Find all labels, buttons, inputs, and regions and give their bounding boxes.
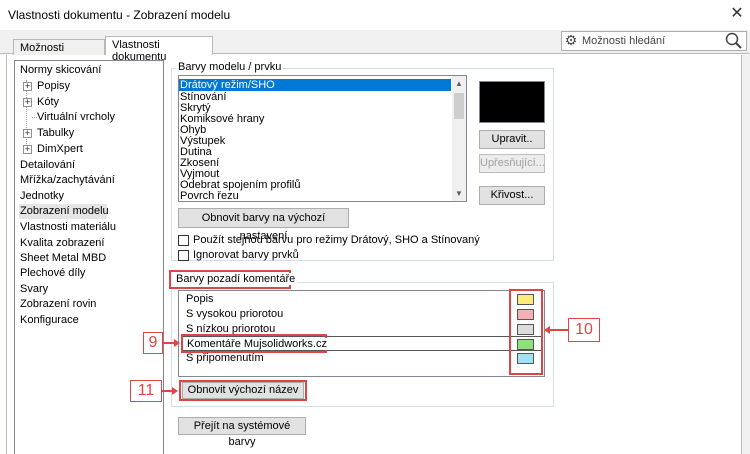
tree-item-units[interactable]: Jednotky — [20, 189, 64, 204]
same-color-label: Použít stejnou barvu pro režimy Drátový,… — [193, 234, 480, 246]
list-item[interactable]: Drátový režim/SHO — [179, 79, 451, 91]
tree-item-material-properties[interactable]: Vlastnosti materiálu — [20, 220, 116, 235]
expand-icon[interactable]: + — [23, 82, 32, 91]
search-placeholder: Možnosti hledání — [582, 35, 666, 47]
arrow-left-icon — [544, 326, 550, 334]
current-color-swatch — [479, 81, 545, 123]
advanced-button[interactable]: Upřesňující... — [479, 154, 545, 173]
callout-10-highlight — [509, 289, 543, 375]
tree-item-dimxpert[interactable]: DimXpert — [37, 142, 83, 157]
tree-item-model-display[interactable]: Zobrazení modelu — [19, 204, 109, 219]
tree-item-configurations[interactable]: Konfigurace — [20, 313, 79, 328]
edit-color-button[interactable]: Upravit.. — [479, 130, 545, 149]
annotation-row[interactable]: Popis — [181, 292, 543, 307]
tree-item-annotations[interactable]: Popisy — [37, 79, 70, 94]
tree-item-weldments[interactable]: Svary — [20, 282, 48, 297]
expand-icon[interactable]: + — [23, 145, 32, 154]
callout-9: 9 — [143, 332, 163, 354]
tree-item-tables[interactable]: Tabulky — [37, 126, 74, 141]
tree-item-virtual-sharps[interactable]: Virtuální vrcholy — [37, 110, 115, 125]
curvature-button[interactable]: Křivost... — [479, 186, 545, 205]
scroll-up-icon[interactable]: ▲ — [452, 77, 466, 91]
right-edge — [741, 55, 750, 454]
window-title: Vlastnosti dokumentu - Zobrazení modelu — [8, 8, 231, 22]
tree-item-grid-snap[interactable]: Mřížka/zachytávání — [20, 173, 115, 188]
annotation-colors-label: Barvy pozadí komentáře — [174, 273, 298, 285]
scroll-thumb[interactable] — [454, 93, 464, 119]
tree-item-detailing[interactable]: Detailování — [20, 158, 75, 173]
arrow-right-icon — [172, 387, 178, 395]
tree-item-sheet-metal-mbd[interactable]: Sheet Metal MBD — [20, 251, 106, 266]
search-icon[interactable] — [724, 31, 744, 51]
list-item[interactable]: Povrch řezu — [180, 190, 239, 202]
reset-colors-button[interactable]: Obnovit barvy na výchozí nastavení — [178, 208, 349, 242]
same-color-checkbox[interactable] — [178, 235, 189, 246]
annotation-row[interactable]: S připomenutím — [181, 351, 543, 366]
tree-item-plane-display[interactable]: Zobrazení rovin — [20, 297, 96, 312]
callout-11: 11 — [130, 380, 162, 402]
ignore-colors-checkbox[interactable] — [178, 250, 189, 261]
callout-10-arrow-line — [549, 329, 568, 331]
annotation-row-label[interactable]: Komentáře Mujsolidworks.cz — [187, 338, 327, 350]
tab-system-options[interactable]: Možnosti systému — [13, 39, 105, 66]
tree-item-sketch-standards[interactable]: Normy skicování — [20, 63, 101, 78]
ignore-colors-label: Ignorovat barvy prvků — [193, 249, 299, 261]
expand-icon[interactable]: + — [23, 98, 32, 107]
gear-icon: ⚙ — [564, 32, 578, 48]
system-colors-button[interactable]: Přejít na systémové barvy — [178, 417, 306, 448]
close-icon[interactable]: ✕ — [727, 3, 747, 25]
scroll-down-icon[interactable]: ▼ — [452, 187, 466, 201]
tree-item-sheet-metal[interactable]: Plechové díly — [20, 266, 85, 281]
callout-10: 10 — [568, 318, 600, 342]
tree-item-image-quality[interactable]: Kvalita zobrazení — [20, 236, 104, 251]
model-colors-label: Barvy modelu / prvku — [176, 61, 284, 73]
expand-icon[interactable]: + — [23, 129, 32, 138]
arrow-right-icon — [174, 339, 180, 347]
reset-name-button[interactable]: Obnovit výchozí název — [182, 382, 304, 399]
callout-11-arrow-line — [162, 390, 172, 392]
annotation-row[interactable]: S vysokou priorotou — [181, 307, 543, 322]
tree-item-dimensions[interactable]: Kóty — [37, 95, 59, 110]
tab-document-properties[interactable]: Vlastnosti dokumentu — [105, 36, 213, 63]
